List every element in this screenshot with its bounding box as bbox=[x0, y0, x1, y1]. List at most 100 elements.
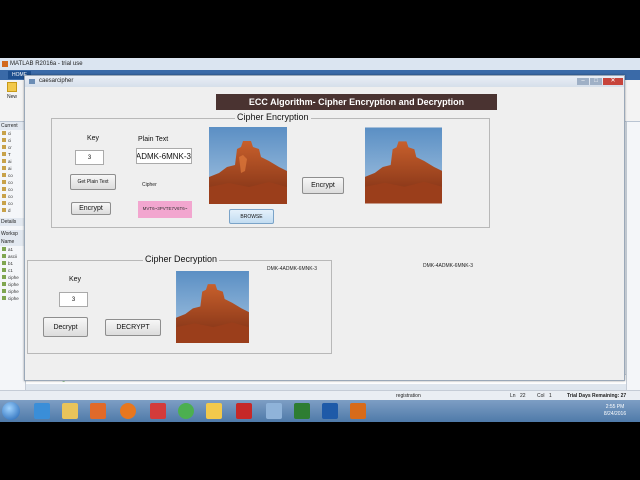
banner-title: ECC Algorithm- Cipher Encryption and Dec… bbox=[216, 94, 497, 110]
folder-item[interactable]: co bbox=[0, 172, 25, 179]
folder-item-label: ai bbox=[8, 166, 12, 171]
folder-item[interactable]: co bbox=[0, 200, 25, 207]
enc-key-label: Key bbox=[87, 135, 100, 142]
workspace-item[interactable]: c1 bbox=[0, 267, 25, 274]
folder-icon bbox=[2, 201, 6, 205]
workspace-item[interactable]: ciphe bbox=[0, 281, 25, 288]
folder-icon bbox=[2, 180, 6, 184]
folder-item-label: co bbox=[8, 201, 13, 206]
browse-button[interactable]: BROWSE bbox=[229, 209, 274, 224]
workspace-item[interactable]: ascii bbox=[0, 253, 25, 260]
folder-icon bbox=[2, 152, 6, 156]
matlab-taskbar-icon[interactable] bbox=[350, 403, 366, 419]
matlab-left-pane: Current ci ci cr Tai ai co co co co co d Details W… bbox=[0, 122, 26, 422]
figure-title: caesarcipher bbox=[39, 78, 74, 84]
plaintext-label: Plain Text bbox=[138, 136, 169, 143]
folder-item-label: d bbox=[8, 208, 11, 213]
folder-icon bbox=[2, 173, 6, 177]
encrypt-big-button[interactable]: Encrypt bbox=[302, 177, 344, 194]
variable-icon bbox=[2, 268, 6, 272]
workspace-item-label: ciphe bbox=[8, 282, 19, 287]
workspace-item[interactable]: ciphe bbox=[0, 274, 25, 281]
maximize-button[interactable]: □ bbox=[590, 78, 602, 85]
matlab-title: MATLAB R2016a - trial use bbox=[10, 61, 83, 67]
variable-icon bbox=[2, 261, 6, 265]
figure-icon bbox=[29, 79, 35, 84]
floating-output-text: DMK-4ADMK-6MNK-3 bbox=[423, 263, 474, 269]
media-player-icon[interactable] bbox=[90, 403, 106, 419]
word-icon[interactable] bbox=[322, 403, 338, 419]
start-button[interactable] bbox=[2, 402, 20, 420]
status-bar: registration Ln 22 Col 1 Trial Days Rema… bbox=[0, 390, 640, 400]
folder-item[interactable]: d bbox=[0, 207, 25, 214]
system-clock[interactable]: 2:55 PM 8/24/2016 bbox=[590, 400, 640, 422]
enc-key-input[interactable]: 3 bbox=[75, 150, 104, 165]
canyon-photo-decrypted bbox=[176, 271, 249, 343]
decrypted-image bbox=[176, 271, 249, 343]
folder-item[interactable]: ci bbox=[0, 130, 25, 137]
folder-item[interactable]: co bbox=[0, 179, 25, 186]
cipher-label: Cipher bbox=[142, 182, 157, 188]
folder-item[interactable]: T bbox=[0, 151, 25, 158]
paint-icon[interactable] bbox=[150, 403, 166, 419]
encryption-panel-title: Cipher Encryption bbox=[235, 112, 311, 122]
plaintext-input[interactable]: ADMK-6MNK-3 bbox=[136, 148, 192, 164]
folder-item-label: co bbox=[8, 194, 13, 199]
decrypt-big-button[interactable]: DECRYPT bbox=[105, 319, 161, 336]
workspace-item[interactable]: a1 bbox=[0, 246, 25, 253]
workspace-item-label: ciphe bbox=[8, 296, 19, 301]
firefox-icon[interactable] bbox=[120, 403, 136, 419]
variable-icon bbox=[2, 296, 6, 300]
folder-item[interactable]: ci bbox=[0, 137, 25, 144]
folder-icon bbox=[2, 194, 6, 198]
minimize-button[interactable]: – bbox=[577, 78, 589, 85]
new-button[interactable]: New bbox=[2, 82, 22, 100]
clock-date: 8/24/2016 bbox=[603, 411, 627, 417]
workspace-item[interactable]: b1 bbox=[0, 260, 25, 267]
decrypt-small-button[interactable]: Decrypt bbox=[43, 317, 88, 337]
variable-icon bbox=[2, 247, 6, 251]
variable-icon bbox=[2, 254, 6, 258]
workspace-item[interactable]: ciphe bbox=[0, 288, 25, 295]
folder-icon bbox=[2, 145, 6, 149]
folder-item[interactable]: ai bbox=[0, 165, 25, 172]
close-button[interactable]: ✕ bbox=[603, 78, 623, 85]
folder-item-label: co bbox=[8, 187, 13, 192]
folder-icon[interactable] bbox=[206, 403, 222, 419]
details-header[interactable]: Details bbox=[0, 218, 25, 226]
folder-item[interactable]: co bbox=[0, 193, 25, 200]
workspace-item-label: c1 bbox=[8, 268, 13, 273]
folder-item[interactable]: ai bbox=[0, 158, 25, 165]
dec-key-input[interactable]: 3 bbox=[59, 292, 88, 307]
matlab-titlebar: MATLAB R2016a - trial use bbox=[0, 58, 640, 70]
acrobat-icon[interactable] bbox=[236, 403, 252, 419]
clock-time: 2:55 PM bbox=[605, 404, 625, 410]
folder-item[interactable]: co bbox=[0, 186, 25, 193]
new-label: New bbox=[6, 94, 17, 100]
folder-item[interactable]: cr bbox=[0, 144, 25, 151]
workspace-item-label: ciphe bbox=[8, 289, 19, 294]
folder-list: ci ci cr Tai ai co co co co co d bbox=[0, 130, 25, 214]
workspace-name-column[interactable]: Name bbox=[0, 238, 25, 246]
figure-window: caesarcipher – □ ✕ ECC Algorithm- Cipher… bbox=[24, 75, 625, 381]
current-folder-header[interactable]: Current bbox=[0, 122, 25, 130]
cipher-output: MVT6~3PVTE7V6T6~ bbox=[138, 201, 192, 218]
get-plain-text-button[interactable]: Get Plain Text bbox=[70, 174, 116, 190]
encrypted-image bbox=[365, 127, 442, 204]
virtualbox-icon[interactable] bbox=[266, 403, 282, 419]
folder-icon bbox=[2, 208, 6, 212]
explorer-icon[interactable] bbox=[62, 403, 78, 419]
workspace-item[interactable]: ciphe bbox=[0, 295, 25, 302]
workspace-header[interactable]: Worksp bbox=[0, 230, 25, 238]
variable-icon bbox=[2, 282, 6, 286]
excel-icon[interactable] bbox=[294, 403, 310, 419]
folder-item-label: ai bbox=[8, 159, 12, 164]
workspace-item-label: b1 bbox=[8, 261, 14, 266]
matlab-logo-icon bbox=[2, 61, 8, 67]
decryption-panel-title: Cipher Decryption bbox=[143, 254, 220, 264]
matlab-right-pane bbox=[626, 122, 640, 422]
chrome-icon[interactable] bbox=[178, 403, 194, 419]
folder-item-label: ci bbox=[8, 138, 12, 143]
encrypt-small-button[interactable]: Encrypt bbox=[71, 202, 111, 215]
ie-icon[interactable] bbox=[34, 403, 50, 419]
